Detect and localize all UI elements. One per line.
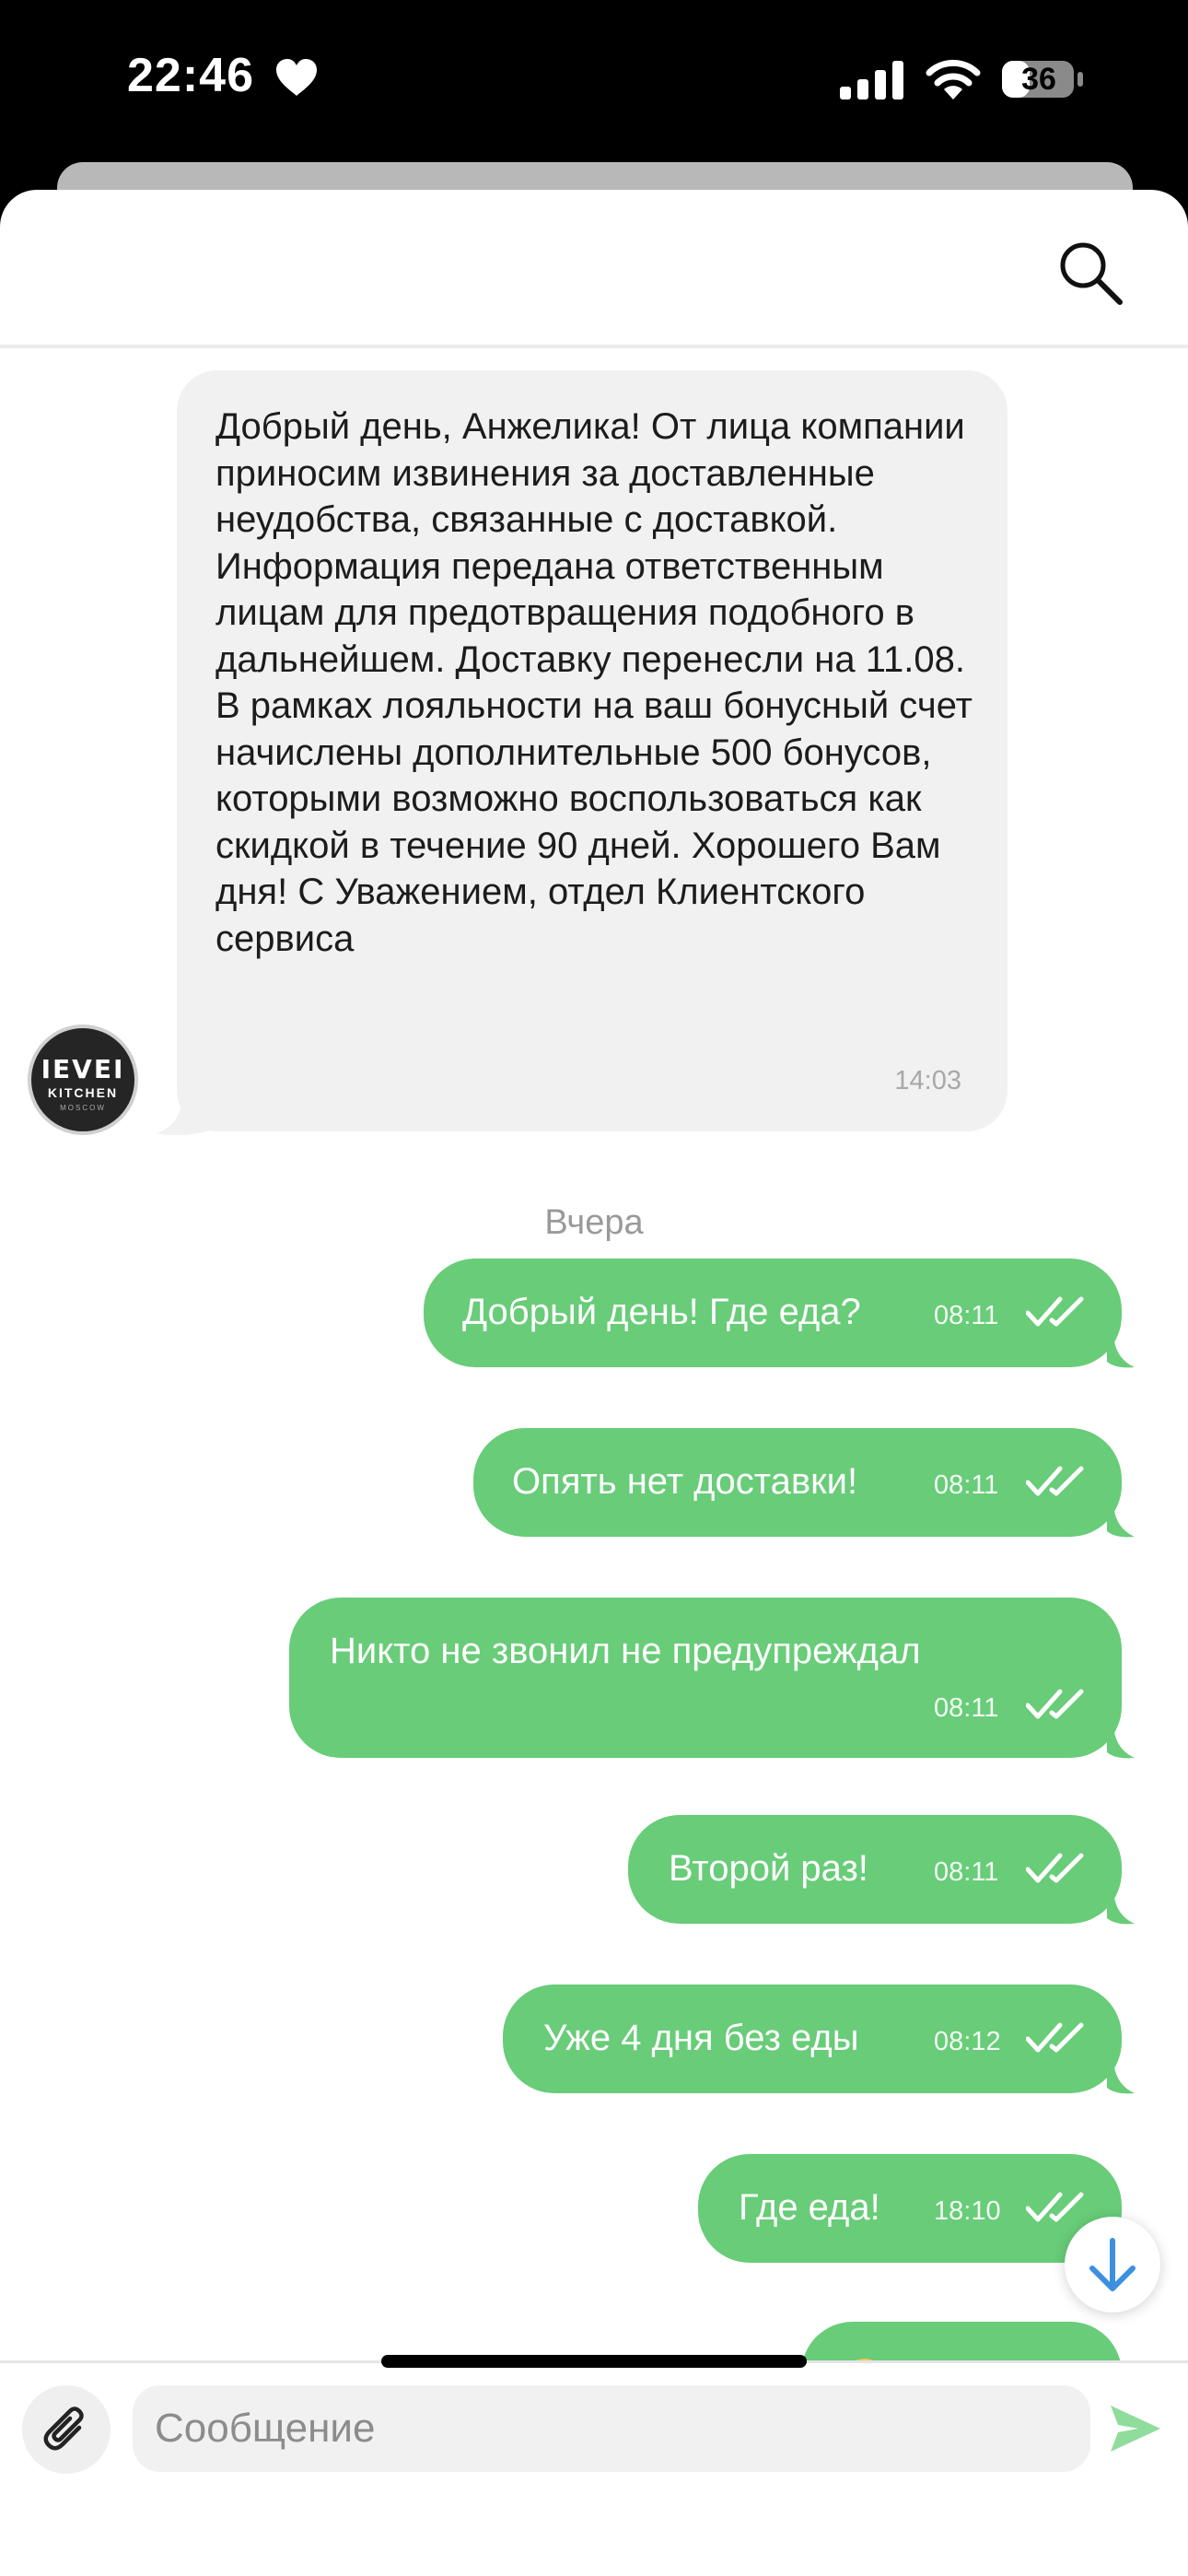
- outgoing-message[interactable]: Второй раз! 08:11: [628, 1815, 1122, 1924]
- message-time: 14:03: [894, 1066, 961, 1095]
- avatar-logo-top: IEVEI: [41, 1054, 125, 1084]
- chat-sheet: IEVEI KITCHEN MOSCOW Добрый день, Анжели…: [0, 190, 1188, 2576]
- battery-level: 36: [1021, 62, 1056, 97]
- outgoing-bubble-tail: [1107, 1511, 1135, 1538]
- outgoing-bubble-tail: [1107, 2067, 1135, 2094]
- heart-icon: [276, 59, 317, 96]
- double-check-icon: [1026, 2022, 1084, 2053]
- message-text: Никто не звонил не предупреждал: [330, 1631, 921, 1671]
- status-time: 22:46: [127, 49, 254, 102]
- scroll-to-bottom-button[interactable]: [1065, 2217, 1160, 2313]
- avatar[interactable]: IEVEI KITCHEN MOSCOW: [28, 1025, 138, 1135]
- message-composer: [0, 2360, 1188, 2576]
- message-input[interactable]: [133, 2385, 1090, 2472]
- attach-button[interactable]: [22, 2385, 111, 2474]
- message-text: Опять нет доставки!: [512, 1461, 858, 1502]
- home-indicator[interactable]: [381, 2355, 807, 2368]
- message-time: 08:12: [934, 2027, 1001, 2056]
- message-text: Добрый день, Анжелика! От лица компании …: [215, 406, 973, 959]
- outgoing-message[interactable]: Добрый день! Где еда? 08:11: [424, 1259, 1122, 1367]
- outgoing-message[interactable]: Опять нет доставки! 08:11: [473, 1428, 1122, 1537]
- outgoing-bubble-tail: [1107, 1732, 1135, 1759]
- message-text: Где еда!: [739, 2187, 880, 2228]
- double-check-icon: [1026, 1296, 1084, 1327]
- message-time: 08:11: [934, 1857, 999, 1887]
- send-icon[interactable]: [1107, 2400, 1164, 2457]
- incoming-message[interactable]: Добрый день, Анжелика! От лица компании …: [177, 370, 1007, 1131]
- search-icon[interactable]: [1055, 238, 1125, 308]
- message-time: 08:11: [934, 1301, 999, 1330]
- date-separator: Вчера: [544, 1203, 644, 1242]
- wifi-icon: [926, 59, 981, 100]
- avatar-logo-bottom: MOSCOW: [60, 1104, 106, 1112]
- message-text: Уже 4 дня без еды: [543, 2018, 859, 2058]
- outgoing-message[interactable]: Где еда! 18:10: [698, 2154, 1122, 2263]
- avatar-logo-middle: KITCHEN: [47, 1085, 119, 1100]
- paperclip-icon: [43, 2406, 84, 2451]
- message-time: 08:11: [934, 1693, 999, 1723]
- outgoing-message[interactable]: Уже 4 дня без еды 08:12: [503, 1985, 1122, 2093]
- message-text: Добрый день! Где еда?: [462, 1292, 861, 1332]
- outgoing-message[interactable]: Никто не звонил не предупреждал 08:11: [289, 1598, 1122, 1758]
- outgoing-bubble-tail: [1107, 1341, 1135, 1368]
- message-time: 18:10: [934, 2196, 1001, 2226]
- double-check-icon: [1026, 1466, 1084, 1496]
- double-check-icon: [1026, 1853, 1084, 1883]
- signal-icon: [840, 61, 903, 100]
- outgoing-bubble-tail: [1107, 1898, 1135, 1925]
- status-bar: 22:46 36: [0, 0, 1188, 166]
- message-time: 08:11: [934, 1470, 999, 1500]
- message-text: Второй раз!: [669, 1848, 868, 1889]
- chat-header: [0, 190, 1188, 348]
- double-check-icon: [1026, 1689, 1084, 1719]
- arrow-down-icon: [1089, 2238, 1136, 2291]
